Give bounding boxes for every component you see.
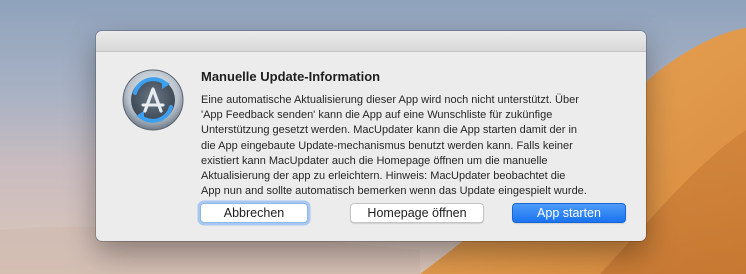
dialog-title: Manuelle Update-Information (201, 69, 381, 84)
message-line: Eine automatische Aktualisierung dieser … (201, 94, 579, 106)
open-homepage-button[interactable]: Homepage öffnen (350, 203, 484, 223)
message-line: 'App Feedback senden' kann die App auf e… (201, 109, 553, 122)
start-app-button[interactable]: App starten (512, 203, 626, 223)
message-line: Unterstützung gesetzt werden. MacUpdater… (201, 124, 578, 137)
cancel-button[interactable]: Abbrechen (200, 203, 308, 223)
update-info-dialog: Manuelle Update-Information Eine automat… (96, 31, 646, 241)
dialog-titlebar (96, 31, 646, 52)
message-line: die App eingebaute Update-mechanismus be… (201, 139, 573, 152)
message-line: Aktualisierung der app zu erleichtern. H… (201, 170, 566, 183)
message-line: existiert kann MacUpdater auch die Homep… (201, 154, 548, 167)
app-store-update-icon (122, 69, 184, 131)
message-line: App nun and sollte automatisch bemerken … (201, 185, 587, 198)
dialog-message: Eine automatische Aktualisierung dieser … (201, 93, 631, 199)
